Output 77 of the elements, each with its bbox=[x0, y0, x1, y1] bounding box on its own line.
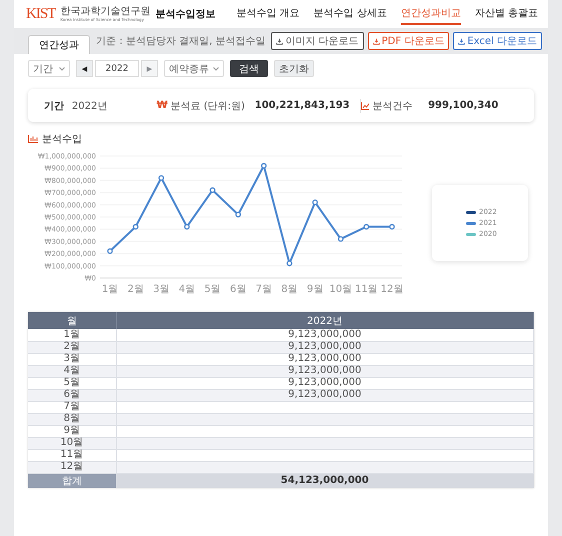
nav-item[interactable]: 분석수입 개요 bbox=[236, 3, 300, 25]
point bbox=[235, 212, 242, 218]
table-cell: 9,123,000,000 bbox=[116, 341, 534, 353]
column-header: 2022년 bbox=[116, 312, 534, 329]
won-icon: ₩ bbox=[156, 100, 168, 111]
search-button[interactable]: 검색 bbox=[230, 60, 268, 77]
axis-label: 1월 bbox=[102, 284, 118, 295]
axis-label: 10월 bbox=[329, 284, 352, 295]
table-cell: 8월 bbox=[28, 413, 116, 425]
period-select[interactable]: 기간 bbox=[28, 60, 70, 77]
chevron-down-icon bbox=[213, 66, 219, 70]
axis-label: 9월 bbox=[306, 284, 324, 295]
point bbox=[184, 224, 190, 230]
table-cell: 12월 bbox=[28, 461, 116, 473]
table-cell: 6월 bbox=[28, 389, 116, 401]
fee-value: 100,221,843,193 bbox=[254, 100, 350, 111]
point bbox=[286, 260, 292, 266]
table-cell: 9,123,000,000 bbox=[116, 353, 534, 365]
column-header: 월 bbox=[28, 312, 116, 329]
count-label: 분석건수 bbox=[372, 100, 412, 112]
axis-label: 7월 bbox=[256, 284, 272, 295]
axis-label: 6월 bbox=[230, 284, 246, 295]
axis-label: 3월 bbox=[153, 284, 170, 295]
chevron-down-icon bbox=[59, 66, 65, 70]
table-cell: 9,123,000,000 bbox=[116, 377, 534, 389]
type-select[interactable]: 예약종류 bbox=[164, 60, 224, 77]
download-button[interactable]: Excel 다운로드 bbox=[453, 32, 542, 50]
table-cell: 9월 bbox=[28, 425, 116, 437]
download-button[interactable]: PDF 다운로드 bbox=[368, 32, 450, 50]
nav-item[interactable]: 분석수입 상세표 bbox=[314, 3, 387, 25]
point bbox=[312, 200, 318, 206]
nav-item[interactable]: 자산별 총괄표 bbox=[474, 3, 538, 25]
table-cell: 11월 bbox=[28, 449, 116, 461]
total-value: 54,123,000,000 bbox=[116, 473, 534, 488]
table-cell: 9,123,000,000 bbox=[116, 389, 534, 401]
criteria-note: 기준 : 분석담당자 결재일, 분석접수일 bbox=[96, 35, 266, 48]
section-title: 분석수입 bbox=[42, 133, 82, 146]
service-title: 분석수입정보 bbox=[155, 8, 216, 21]
line-chart-icon bbox=[360, 102, 370, 110]
tab[interactable]: 연간성과 bbox=[28, 35, 90, 54]
download-icon bbox=[458, 38, 466, 44]
period-label: 기간 bbox=[44, 100, 64, 112]
reset-button[interactable]: 초기화 bbox=[274, 60, 314, 77]
table-cell: 5월 bbox=[28, 377, 116, 389]
point bbox=[107, 248, 113, 254]
total-label: 합계 bbox=[28, 473, 116, 488]
table-cell: 10월 bbox=[28, 437, 116, 449]
table-cell: 1월 bbox=[28, 329, 116, 341]
logo-mark: KIST bbox=[26, 6, 56, 22]
download-icon bbox=[372, 38, 380, 44]
table-cell: 9,123,000,000 bbox=[116, 329, 534, 341]
download-icon bbox=[276, 38, 284, 44]
year-field[interactable]: 2022 bbox=[95, 60, 139, 77]
bar-chart-icon bbox=[28, 135, 38, 143]
axis-label: 8월 bbox=[281, 284, 298, 295]
point bbox=[158, 175, 164, 181]
point bbox=[132, 224, 138, 230]
count-value: 999,100,340 bbox=[428, 100, 498, 111]
point bbox=[210, 187, 216, 194]
table-cell: 9,123,000,000 bbox=[116, 365, 534, 377]
period-value: 2022년 bbox=[72, 100, 108, 112]
institute-name: 한국과학기술연구원 bbox=[60, 6, 150, 17]
table-cell: 2월 bbox=[28, 341, 116, 353]
fee-label: 분석료 (단위:원) bbox=[170, 100, 245, 112]
axis-label: 11월 bbox=[355, 284, 378, 295]
nav-item[interactable]: 연간성과비교 bbox=[400, 3, 461, 25]
table-cell: 3월 bbox=[28, 353, 116, 365]
point bbox=[364, 224, 370, 230]
axis-label: 5월 bbox=[204, 284, 221, 295]
axis-label: 2월 bbox=[127, 284, 144, 295]
axis-label: 4월 bbox=[178, 284, 196, 295]
axis-label: 12월 bbox=[380, 284, 404, 295]
table-cell: 4월 bbox=[28, 365, 116, 377]
point bbox=[389, 224, 395, 230]
download-button[interactable]: 이미지 다운로드 bbox=[271, 32, 364, 50]
table-cell: 7월 bbox=[28, 401, 116, 413]
point bbox=[338, 236, 344, 242]
